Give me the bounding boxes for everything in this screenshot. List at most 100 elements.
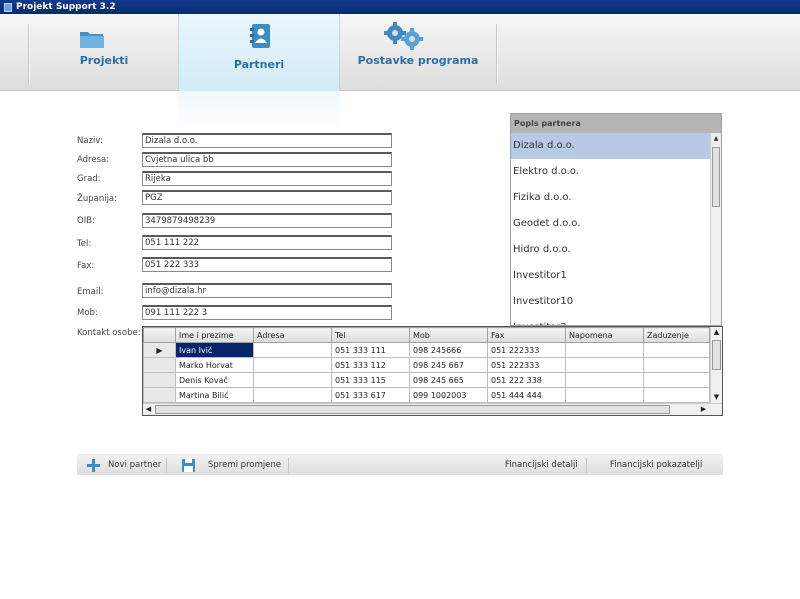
partner-list-item[interactable]: Dizala d.o.o. [511, 133, 711, 159]
scroll-left-icon[interactable]: ◀ [143, 404, 154, 415]
row-header[interactable] [143, 387, 176, 403]
row-header[interactable] [143, 372, 176, 388]
grid-cell[interactable]: 051 444 444 [487, 387, 566, 403]
grid-cell[interactable]: 099 1002003 [409, 387, 488, 403]
financial-details-button[interactable]: Financijski detalji [505, 455, 578, 476]
financial-indicators-button[interactable]: Financijski pokazatelji [610, 455, 702, 476]
partner-list-item[interactable]: Investitor10 [511, 289, 711, 315]
table-row[interactable]: ▶ Ivan Ivić 051 333 111 098 245666 051 2… [143, 342, 710, 358]
partner-list-item[interactable]: Elektro d.o.o. [511, 159, 711, 185]
partner-list[interactable]: Popis partnera Dizala d.o.o. Elektro d.o… [510, 113, 722, 326]
grid-cell[interactable] [643, 357, 710, 373]
zupanija-input[interactable]: PGZ [142, 190, 392, 205]
label-grad: Grad: [77, 174, 101, 184]
window-title: Projekt Support 3.2 [16, 2, 116, 12]
email-input[interactable]: info@dizala.hr [142, 283, 392, 298]
mob-input[interactable]: 091 111 222 3 [142, 305, 392, 320]
new-partner-button[interactable]: Novi partner [87, 455, 161, 476]
column-header[interactable]: Napomena [565, 327, 644, 343]
tab-postavke-programa[interactable]: Postavke programa [340, 14, 496, 91]
partner-list-scrollbar[interactable]: ▲ [710, 133, 721, 325]
grid-cell[interactable] [565, 387, 644, 403]
save-changes-label: Spremi promjene [208, 460, 282, 470]
scroll-thumb[interactable] [712, 147, 720, 207]
financial-indicators-label: Financijski pokazatelji [610, 460, 703, 470]
partner-list-header: Popis partnera [511, 114, 721, 133]
tab-projekti[interactable]: Projekti [30, 14, 178, 91]
grid-cell[interactable] [565, 357, 644, 373]
grid-cell[interactable]: 051 333 617 [331, 387, 410, 403]
column-header[interactable]: Adresa [253, 327, 332, 343]
current-row-marker[interactable]: ▶ [143, 342, 176, 358]
label-kontakt-osobe: Kontakt osobe: [77, 328, 141, 338]
grid-cell[interactable]: 051 333 115 [331, 372, 410, 388]
table-row[interactable]: Denis Kovač 051 333 115 098 245 665 051 … [143, 372, 710, 388]
grid-cell[interactable] [253, 387, 332, 403]
partner-list-item[interactable]: Hidro d.o.o. [511, 237, 711, 263]
grid-cell[interactable] [253, 342, 332, 358]
partner-list-item[interactable]: Geodet d.o.o. [511, 211, 711, 237]
tel-input[interactable]: 051 111 222 [142, 235, 392, 250]
column-header[interactable]: Mob [409, 327, 488, 343]
app-icon [4, 2, 12, 12]
grid-cell[interactable] [253, 372, 332, 388]
scroll-up-icon[interactable]: ▲ [711, 133, 721, 145]
scroll-up-icon[interactable]: ▲ [711, 327, 722, 338]
tab-label: Postavke programa [357, 54, 479, 67]
label-oib: OIB: [77, 216, 95, 226]
scroll-right-icon[interactable]: ▶ [698, 404, 709, 415]
grid-cell[interactable] [565, 372, 644, 388]
table-row[interactable]: Martina Bilić 051 333 617 099 1002003 05… [143, 387, 710, 403]
grid-cell[interactable]: 051 222333 [487, 342, 566, 358]
ribbon: Projekti Partneri Postavke programa [0, 14, 800, 92]
scroll-thumb[interactable] [155, 405, 670, 414]
grid-cell[interactable] [565, 342, 644, 358]
label-naziv: Naziv: [77, 136, 103, 146]
label-zupanija: Županija: [77, 194, 117, 204]
label-tel: Tel: [77, 239, 92, 249]
grid-cell[interactable]: Denis Kovač [175, 372, 254, 388]
financial-details-label: Financijski detalji [505, 460, 578, 470]
grid-cell[interactable] [643, 342, 710, 358]
grid-cell[interactable] [643, 372, 710, 388]
row-header-corner [143, 327, 176, 343]
grid-cell[interactable] [643, 387, 710, 403]
table-row[interactable]: Marko Horvat 051 333 112 098 245 667 051… [143, 357, 710, 373]
grid-cell[interactable]: Ivan Ivić [175, 342, 254, 358]
tab-partneri[interactable]: Partneri [178, 14, 340, 92]
partner-list-item[interactable]: Fizika d.o.o. [511, 185, 711, 211]
active-tab-glow [178, 91, 340, 131]
column-header[interactable]: Fax [487, 327, 566, 343]
adresa-input[interactable]: Cvjetna ulica bb [142, 152, 392, 167]
partner-list-item[interactable]: Investitor1 [511, 263, 711, 289]
plus-icon [87, 459, 100, 472]
scroll-down-icon[interactable]: ▼ [711, 392, 722, 403]
folder-icon [80, 32, 104, 48]
grid-cell[interactable]: 098 245666 [409, 342, 488, 358]
grid-cell[interactable]: 051 333 112 [331, 357, 410, 373]
column-header[interactable]: Zaduzenje [643, 327, 710, 343]
grid-cell[interactable]: 051 333 111 [331, 342, 410, 358]
column-header[interactable]: Tel [331, 327, 410, 343]
oib-input[interactable]: 3479879498239 [142, 213, 392, 228]
grid-horizontal-scrollbar[interactable]: ◀ ▶ [143, 403, 722, 415]
grid-cell[interactable]: 098 245 667 [409, 357, 488, 373]
tab-label: Partneri [233, 58, 285, 71]
grid-vertical-scrollbar[interactable]: ▲ ▼ [710, 327, 722, 403]
scroll-thumb[interactable] [712, 340, 721, 370]
naziv-input[interactable]: Dizala d.o.o. [142, 133, 392, 148]
grid-cell[interactable] [253, 357, 332, 373]
grid-cell[interactable]: 051 222333 [487, 357, 566, 373]
fax-input[interactable]: 051 222 333 [142, 257, 392, 272]
grid-cell[interactable]: 051 222 338 [487, 372, 566, 388]
grad-input[interactable]: Rijeka [142, 171, 392, 186]
column-header[interactable]: Ime i prezime [175, 327, 254, 343]
save-changes-button[interactable]: Spremi promjene [182, 455, 281, 476]
grid-cell[interactable]: Marko Horvat [175, 357, 254, 373]
grid-cell[interactable]: 098 245 665 [409, 372, 488, 388]
contacts-grid[interactable]: Ime i prezime Adresa Tel Mob Fax Napomen… [142, 326, 723, 416]
new-partner-label: Novi partner [108, 460, 162, 470]
grid-cell[interactable]: Martina Bilić [175, 387, 254, 403]
partner-list-item[interactable]: Investitor2 [511, 315, 711, 325]
row-header[interactable] [143, 357, 176, 373]
